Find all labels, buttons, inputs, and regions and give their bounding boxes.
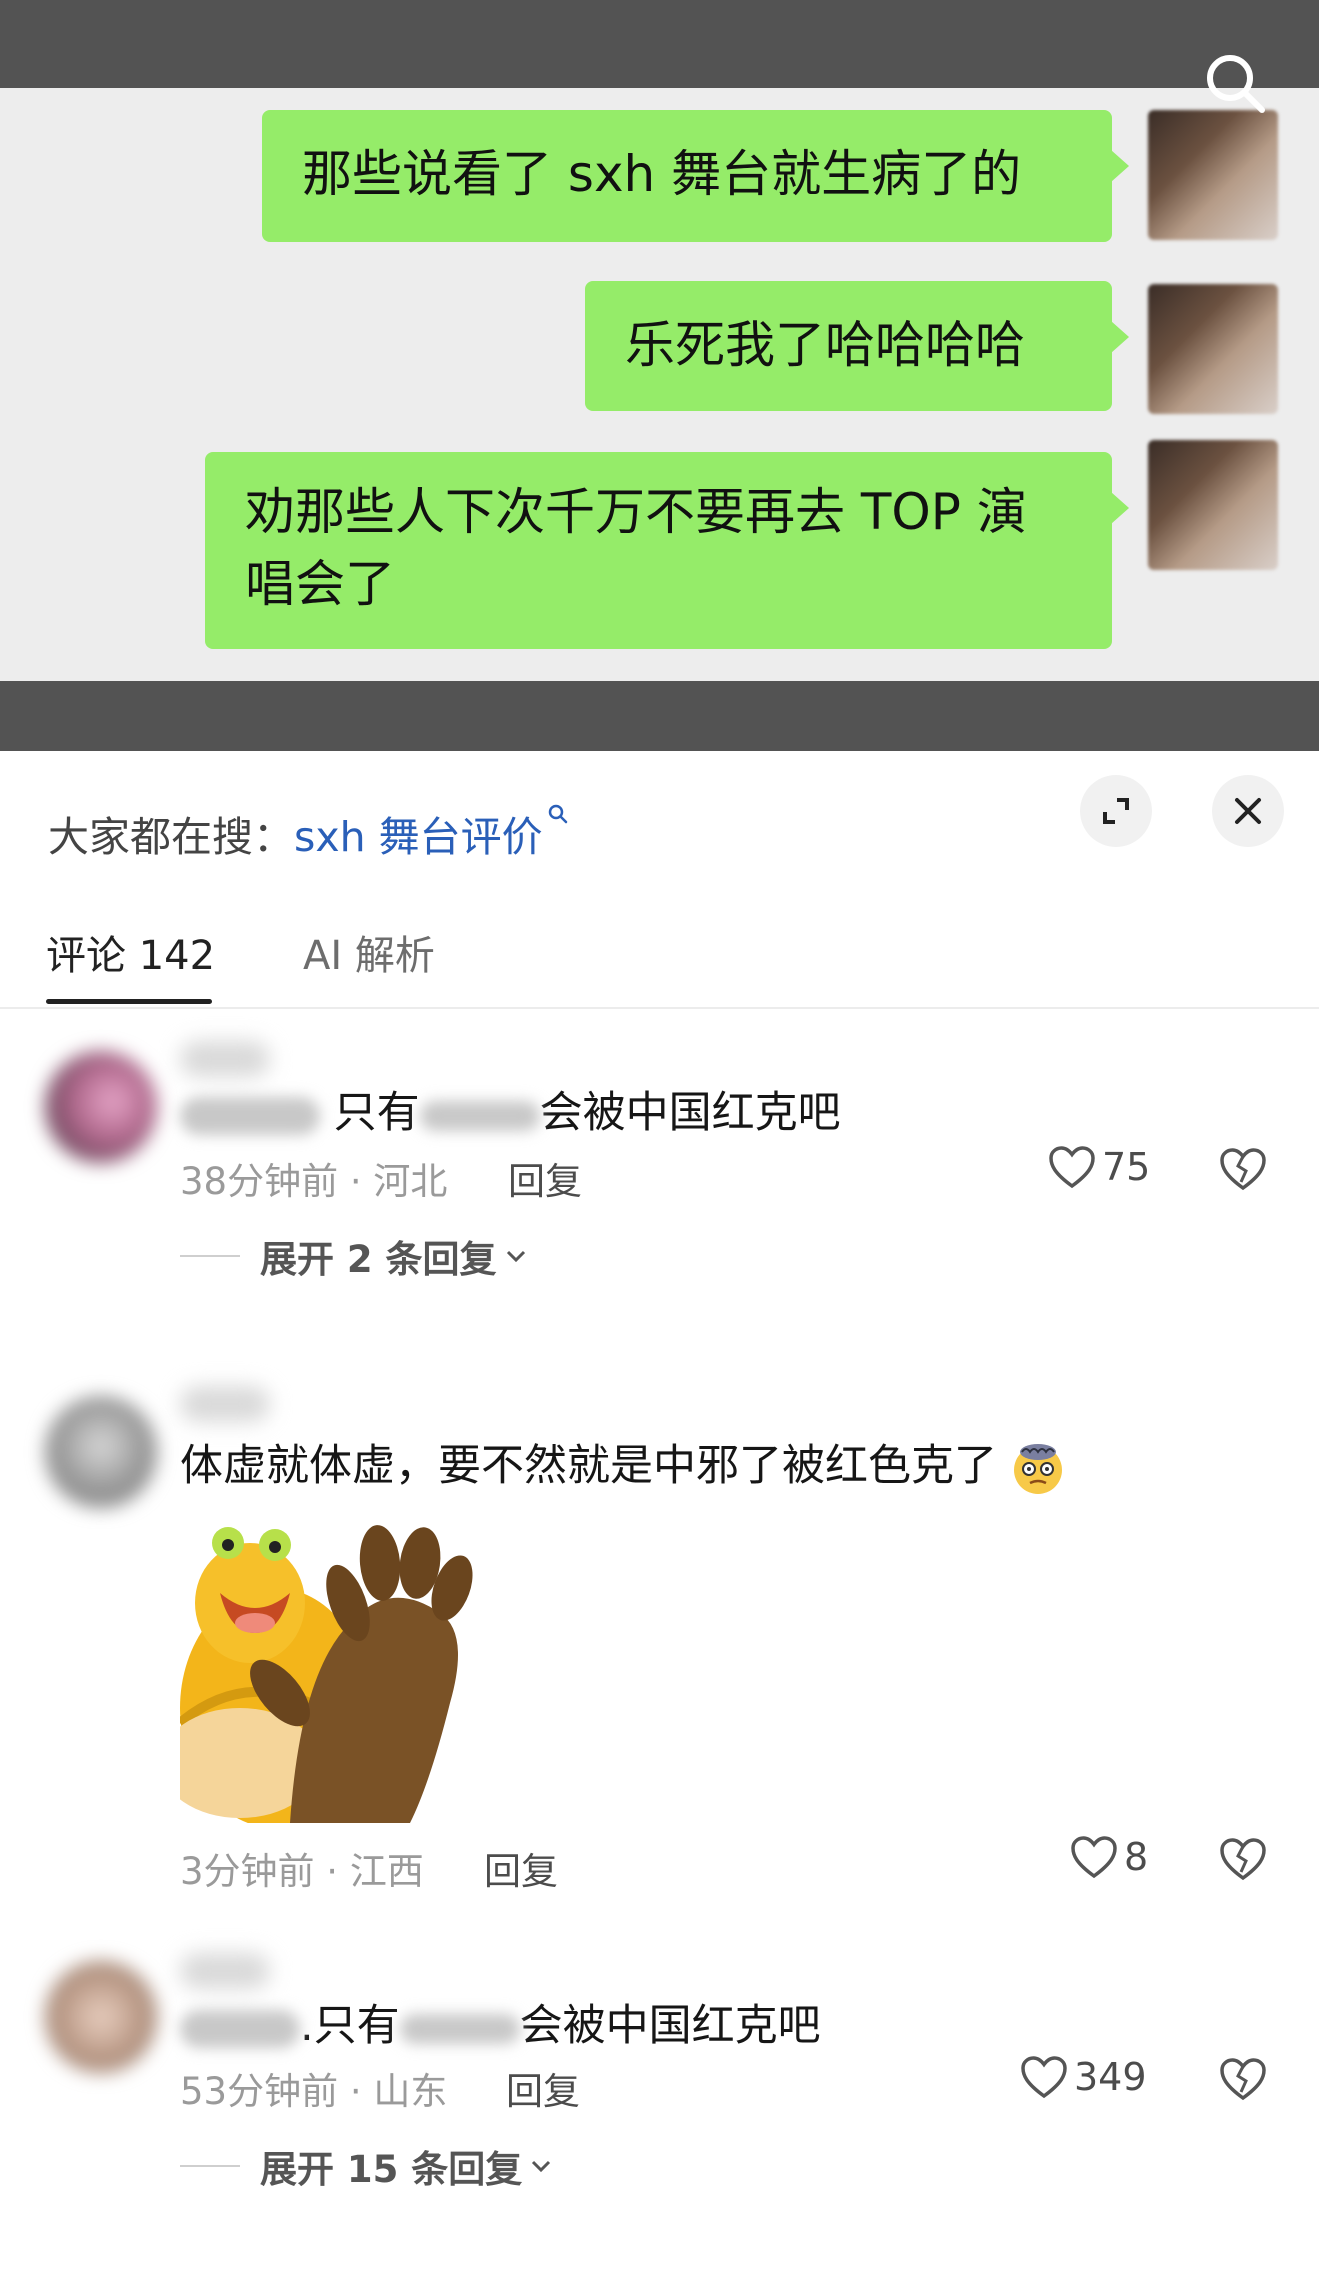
trending-search[interactable]: 大家都在搜：sxh 舞台评价 (48, 803, 569, 863)
comment-time-location: 38分钟前 · 河北 (180, 1160, 448, 1203)
cartoon-sticker-image[interactable] (180, 1523, 480, 1823)
heart-icon (1049, 1146, 1095, 1189)
reply-button[interactable]: 回复 (508, 1151, 582, 1205)
heart-icon (1021, 2056, 1067, 2099)
like-count: 75 (1102, 1145, 1151, 1189)
redacted-text (399, 2013, 520, 2044)
username[interactable] (180, 1953, 270, 1989)
redacted-text (180, 2009, 300, 2048)
username[interactable] (180, 1386, 270, 1422)
tab-comments[interactable]: 评论 142 (46, 911, 215, 1001)
dark-backdrop (0, 681, 1319, 751)
sender-avatar (1148, 284, 1278, 414)
chat-bubble-1: 那些说看了 sxh 舞台就生病了的 (262, 110, 1129, 242)
like-count: 8 (1124, 1835, 1149, 1879)
sender-avatar (1148, 440, 1278, 570)
close-icon (1235, 798, 1261, 824)
chat-message-text: 那些说看了 sxh 舞台就生病了的 (302, 145, 1022, 203)
like-button[interactable]: 8 (1070, 1835, 1148, 1879)
like-button[interactable]: 349 (1020, 2055, 1147, 2099)
redacted-text (180, 1096, 320, 1135)
comment-text: .只有 会被中国红克吧 (180, 1996, 821, 2056)
chat-bubble-3: 劝那些人下次千万不要再去 TOP 演唱会了 (205, 452, 1129, 649)
broken-heart-icon[interactable] (1219, 2057, 1267, 2101)
sender-avatar (1148, 110, 1278, 240)
reply-button[interactable]: 回复 (484, 1841, 558, 1895)
like-count: 349 (1074, 2055, 1147, 2099)
divider (180, 1255, 240, 1257)
active-tab-indicator (46, 999, 212, 1004)
expand-button[interactable] (1080, 775, 1152, 847)
comment-time-location: 53分钟前 · 山东 (180, 2070, 448, 2113)
expand-replies[interactable]: 展开 2 条回复 (180, 1229, 529, 1283)
divider (180, 2165, 240, 2167)
expand-icon (1103, 798, 1129, 824)
chat-screenshot: 那些说看了 sxh 舞台就生病了的 乐死我了哈哈哈哈 劝那些人下次千万不要再去 … (0, 88, 1319, 681)
sticker-drawing (180, 1523, 480, 1823)
trending-search-term[interactable]: sxh 舞台评价 (294, 813, 543, 861)
chat-bubble-2: 乐死我了哈哈哈哈 (585, 281, 1129, 411)
avatar[interactable] (45, 1051, 157, 1163)
chevron-down-icon (532, 2160, 551, 2173)
chat-message-text: 劝那些人下次千万不要再去 TOP 演唱会了 (245, 483, 1027, 613)
close-button[interactable] (1212, 775, 1284, 847)
expand-replies[interactable]: 展开 15 条回复 (180, 2139, 554, 2193)
reply-button[interactable]: 回复 (506, 2061, 580, 2115)
comment-sheet: 大家都在搜：sxh 舞台评价 评论 142 AI 解析 只有 会被中国红克吧 38… (0, 751, 1319, 2288)
tab-ai-analysis[interactable]: AI 解析 (303, 911, 435, 1001)
chevron-down-icon (506, 1250, 525, 1263)
trending-search-prefix: 大家都在搜： (48, 813, 294, 861)
dizzy-face-emoji (1013, 1443, 1062, 1494)
username[interactable] (180, 1041, 270, 1077)
expand-replies-label: 展开 15 条回复 (260, 2148, 523, 2191)
avatar[interactable] (45, 1961, 157, 2073)
search-icon (548, 804, 567, 824)
avatar[interactable] (45, 1396, 157, 1508)
comment-text: 体虚就体虚，要不然就是中邪了被红色克了 (180, 1436, 1065, 1496)
top-dark-strip (0, 0, 1319, 88)
tab-bar: 评论 142 AI 解析 (0, 911, 1319, 1009)
search-icon[interactable] (1200, 48, 1270, 118)
redacted-text (419, 1100, 540, 1131)
broken-heart-icon[interactable] (1219, 1837, 1267, 1881)
like-button[interactable]: 75 (1048, 1145, 1150, 1189)
broken-heart-icon[interactable] (1219, 1147, 1267, 1191)
expand-replies-label: 展开 2 条回复 (260, 1238, 497, 1281)
comment-text: 只有 会被中国红克吧 (180, 1083, 841, 1143)
comment-time-location: 3分钟前 · 江西 (180, 1850, 424, 1893)
heart-icon (1071, 1836, 1117, 1879)
chat-message-text: 乐死我了哈哈哈哈 (625, 316, 1025, 374)
